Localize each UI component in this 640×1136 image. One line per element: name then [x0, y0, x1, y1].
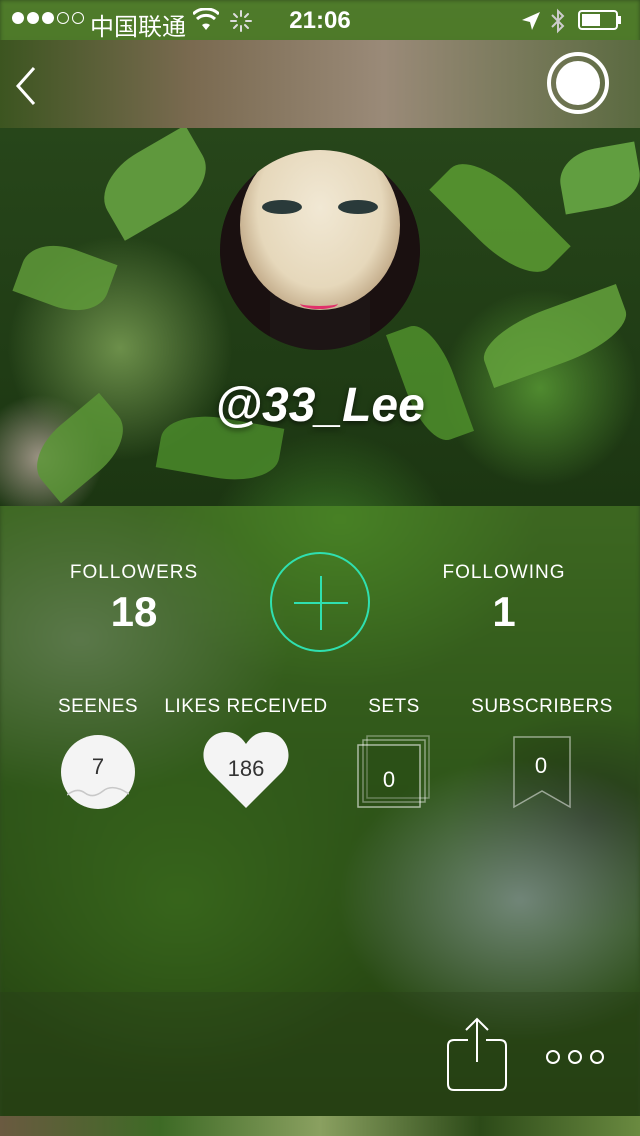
record-icon — [556, 61, 600, 105]
back-chevron-icon[interactable] — [12, 64, 42, 108]
following-label: FOLLOWING — [442, 562, 566, 583]
subscribers-label: SUBSCRIBERS — [471, 696, 613, 717]
profile-username: @33_Lee — [215, 379, 425, 432]
sets-badge[interactable]: 0 — [357, 735, 431, 809]
follow-button[interactable] — [270, 552, 370, 652]
location-arrow-icon — [522, 12, 540, 30]
terrain-icon — [67, 786, 129, 797]
avatar[interactable] — [220, 150, 420, 350]
bottom-photo-strip — [0, 1116, 640, 1136]
sets-label: SETS — [368, 696, 420, 717]
subscribers-badge[interactable]: 0 — [512, 735, 572, 809]
bottom-toolbar — [0, 992, 640, 1116]
navigation-bar — [0, 40, 640, 128]
followers-count[interactable]: 18 — [44, 588, 224, 636]
status-time: 21:06 — [289, 7, 351, 34]
following-count[interactable]: 1 — [414, 588, 594, 636]
more-dots-icon[interactable] — [546, 1050, 610, 1070]
bluetooth-icon — [551, 8, 565, 34]
likes-received-label: LIKES RECEIVED — [164, 696, 328, 717]
subscribers-count: 0 — [534, 753, 548, 778]
profile-cover-photo: @33_Lee — [0, 128, 640, 506]
likes-received-count: 186 — [227, 756, 265, 781]
followers-label: FOLLOWERS — [69, 562, 199, 583]
seenes-count: 7 — [91, 754, 105, 779]
sets-count: 0 — [382, 767, 396, 792]
status-bar: 中国联通 21:06 — [0, 0, 640, 41]
seenes-badge[interactable]: 7 — [61, 735, 135, 809]
record-button[interactable] — [547, 52, 609, 114]
battery-icon — [578, 10, 621, 30]
seenes-label: SEENES — [57, 696, 139, 717]
likes-received-badge[interactable]: 186 — [202, 728, 290, 810]
share-icon[interactable] — [446, 1016, 508, 1092]
